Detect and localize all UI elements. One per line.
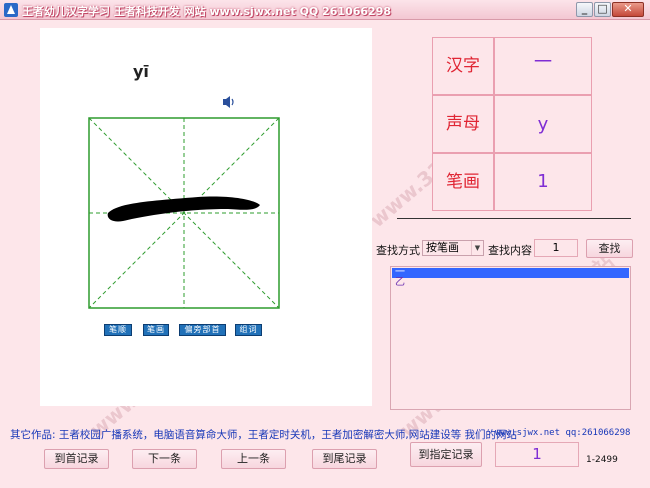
last-record-button[interactable]: 到尾记录 xyxy=(312,449,377,469)
title-bar[interactable]: 王者幼儿汉字学习 王者科技开发 网站 www.sjwx.net QQ 26106… xyxy=(0,0,650,20)
list-item[interactable]: 乙 xyxy=(392,278,629,288)
record-range: 1-2499 xyxy=(586,455,618,465)
shengmu-value: y xyxy=(537,114,549,135)
search-content-input[interactable]: 1 xyxy=(534,239,578,257)
shengmu-value-cell: y xyxy=(494,95,592,153)
record-number-input[interactable]: 1 xyxy=(495,442,579,467)
prev-record-button[interactable]: 上一条 xyxy=(221,449,286,469)
minimize-icon: _ xyxy=(581,2,588,15)
next-record-button[interactable]: 下一条 xyxy=(132,449,197,469)
results-list[interactable]: 一 乙 xyxy=(390,266,631,410)
bihua-value-cell: 1 xyxy=(494,153,592,211)
first-record-button[interactable]: 到首记录 xyxy=(44,449,109,469)
website-link[interactable]: www.sjwx.net qq:261066298 xyxy=(495,428,630,438)
hanzi-value-cell: 一 xyxy=(494,37,592,95)
word-group-button[interactable]: 组词 xyxy=(235,324,262,336)
goto-record-button[interactable]: 到指定记录 xyxy=(410,442,482,467)
close-icon: ✕ xyxy=(623,2,633,15)
divider xyxy=(397,218,631,219)
bihua-label: 笔画 xyxy=(432,153,494,211)
close-button[interactable]: ✕ xyxy=(612,2,644,17)
hanzi-label: 汉字 xyxy=(432,37,494,95)
stroke-order-button[interactable]: 笔顺 xyxy=(104,324,132,336)
radical-button[interactable]: 偏旁部首 xyxy=(179,324,226,336)
minimize-button[interactable]: _ xyxy=(576,2,593,17)
maximize-icon: □ xyxy=(597,2,608,15)
window-title: 王者幼儿汉字学习 王者科技开发 网站 www.sjwx.net QQ 26106… xyxy=(22,5,391,18)
bihua-value: 1 xyxy=(537,171,549,192)
list-item[interactable]: 一 xyxy=(392,268,629,278)
speaker-icon[interactable] xyxy=(222,95,236,109)
search-method-value: 按笔画 xyxy=(426,241,459,254)
search-button[interactable]: 查找 xyxy=(586,239,633,258)
other-works-text: 其它作品: 王者校园广播系统，电脑语音算命大师，王者定时关机，王者加密解密大师,… xyxy=(10,429,518,441)
shengmu-label: 声母 xyxy=(432,95,494,153)
hanzi-value: 一 xyxy=(534,52,552,73)
dropdown-arrow-icon[interactable]: ▼ xyxy=(471,241,483,255)
pinyin-label: yī xyxy=(133,62,149,81)
strokes-button[interactable]: 笔画 xyxy=(143,324,169,336)
search-method-select[interactable]: 按笔画 ▼ xyxy=(422,240,484,256)
character-grid xyxy=(88,117,280,309)
app-icon xyxy=(4,3,18,17)
search-content-label: 查找内容 xyxy=(488,244,532,257)
maximize-button[interactable]: □ xyxy=(594,2,611,17)
search-method-label: 查找方式 xyxy=(376,244,420,257)
